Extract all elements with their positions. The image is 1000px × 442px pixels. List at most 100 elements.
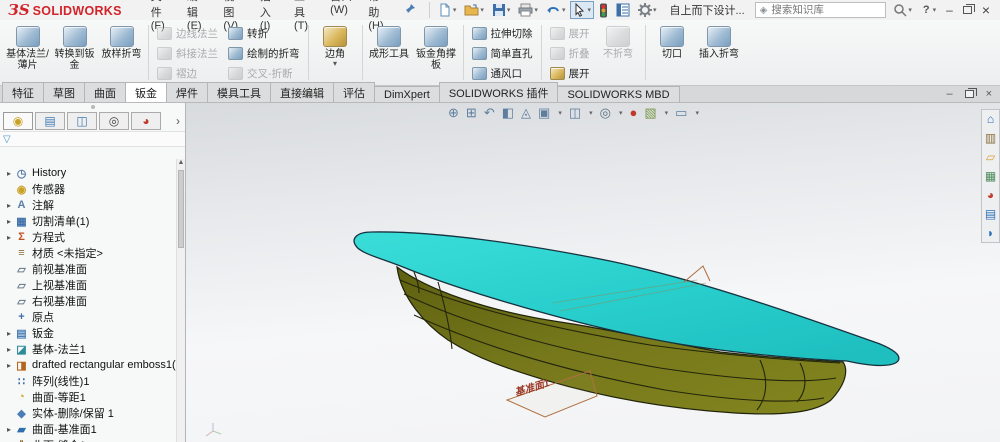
panel-tabs-overflow-button[interactable]: › — [176, 114, 182, 128]
tree-item-body-delete-keep1[interactable]: ◆ 实体-删除/保留 1 — [0, 405, 176, 421]
hide-show-items-icon[interactable]: ◎ — [600, 105, 611, 121]
select-tool-button[interactable]: ▾ — [570, 1, 594, 19]
expand-arrow-icon[interactable]: ▸ — [4, 169, 14, 178]
feature-manager-tab[interactable]: ◉ — [3, 111, 33, 130]
appearances-scenes-icon[interactable]: ◕ — [987, 188, 994, 202]
expand-arrow-icon[interactable]: ▸ — [4, 425, 14, 434]
tab-evaluate[interactable]: 评估 — [333, 82, 375, 102]
doc-close-button[interactable]: × — [986, 88, 992, 100]
forming-tool-button[interactable]: 成形工具 — [366, 22, 413, 60]
tree-item-base-flange1[interactable]: ▸ ◪ 基体-法兰1 — [0, 341, 176, 357]
top-down-design-link[interactable]: 自上而下设计... — [659, 2, 754, 18]
tab-sketch[interactable]: 草图 — [43, 82, 85, 102]
scrollbar-thumb[interactable] — [178, 170, 184, 248]
expand-arrow-icon[interactable]: ▸ — [4, 201, 14, 210]
settings-gear-icon[interactable]: ▾ — [635, 1, 660, 19]
corners-button[interactable]: 边角 ▾ — [312, 22, 359, 68]
view-orientation-icon[interactable]: ▣ — [538, 105, 550, 121]
tree-item-right-plane[interactable]: ▱ 右视基准面 — [0, 293, 176, 309]
tab-sheet-metal[interactable]: 钣金 — [125, 82, 167, 102]
expand-arrow-icon[interactable]: ▸ — [4, 233, 14, 242]
solidworks-resources-icon[interactable]: ⌂ — [987, 112, 994, 126]
tree-item-drafted-emboss1[interactable]: ▸ ◨ drafted rectangular emboss1(D — [0, 357, 176, 373]
apply-scene-icon[interactable]: ▧ — [644, 105, 656, 121]
view-palette-icon[interactable]: ▦ — [985, 169, 996, 183]
lofted-bend-button[interactable]: 放样折弯 — [98, 22, 145, 60]
tree-item-top-plane[interactable]: ▱ 上视基准面 — [0, 277, 176, 293]
tree-item-annotations[interactable]: ▸ A 注解 — [0, 197, 176, 213]
jog-button[interactable]: 转折 — [223, 23, 305, 43]
minimize-button[interactable]: – — [946, 3, 953, 17]
section-view-icon[interactable]: ◧ — [502, 105, 514, 121]
zoom-to-area-icon[interactable]: ⊞ — [466, 105, 477, 121]
view-settings-icon[interactable]: ▭ — [675, 105, 687, 121]
configuration-manager-tab[interactable]: ◫ — [67, 111, 97, 130]
solidworks-forum-icon[interactable]: ◗ — [987, 226, 994, 240]
scroll-up-arrow-icon[interactable]: ▲ — [177, 159, 185, 169]
search-input[interactable] — [771, 4, 882, 16]
tree-item-cutlist[interactable]: ▸ ▦ 切割清单(1) — [0, 213, 176, 229]
edit-appearance-icon[interactable]: ● — [630, 105, 638, 121]
new-file-button[interactable]: ▾ — [435, 1, 460, 19]
tab-solidworks-addins[interactable]: SOLIDWORKS 插件 — [438, 82, 559, 102]
base-flange-button[interactable]: 基体法兰/薄片 — [4, 22, 51, 71]
print-button[interactable]: ▾ — [515, 1, 541, 19]
rip-button[interactable]: 切口 — [649, 22, 696, 60]
search-button[interactable]: ▾ — [890, 1, 915, 19]
tab-solidworks-mbd[interactable]: SOLIDWORKS MBD — [557, 86, 680, 102]
tree-filter-row[interactable]: ▽ — [0, 131, 185, 147]
graphics-viewport[interactable]: 基准面1 ⊕ ⊞ ↶ ◧ ◬ ▣ ▾ ◫ ▾ ◎ ▾ ● ▧ ▾ ▭ ▾ ⌂ ▥… — [186, 103, 1000, 442]
extruded-cut-button[interactable]: 拉伸切除 — [467, 23, 538, 43]
tree-item-surface-offset1[interactable]: ◔ 曲面-等距1 — [0, 389, 176, 405]
tree-item-surface-knit1[interactable]: ∥曲面-缝合1 — [0, 437, 176, 442]
dimxpert-manager-tab[interactable]: ◎ — [99, 111, 129, 130]
sketched-bend-button[interactable]: 绘制的折弯 — [223, 43, 305, 63]
expand-arrow-icon[interactable]: ▸ — [4, 345, 14, 354]
doc-minimize-button[interactable]: – — [946, 88, 952, 100]
tree-scrollbar[interactable]: ▲ — [176, 159, 185, 442]
previous-view-icon[interactable]: ↶ — [484, 105, 495, 121]
tab-weldments[interactable]: 焊件 — [166, 82, 208, 102]
convert-to-sheet-metal-button[interactable]: 转换到钣金 — [51, 22, 98, 71]
rebuild-light-icon[interactable] — [596, 1, 611, 20]
tree-item-history[interactable]: ▸ ◷ History — [0, 165, 176, 181]
tree-item-linear-pattern1[interactable]: ∷ 阵列(线性)1 — [0, 373, 176, 389]
tree-item-sheet-metal-folder[interactable]: ▸ ▤ 钣金 — [0, 325, 176, 341]
undo-button[interactable]: ▾ — [543, 1, 569, 19]
display-style-icon[interactable]: ◫ — [569, 105, 581, 121]
tree-item-sensors[interactable]: ◉ 传感器 — [0, 181, 176, 197]
expand-arrow-icon[interactable]: ▸ — [4, 217, 14, 226]
tree-item-material[interactable]: ≡ 材质 <未指定> — [0, 245, 176, 261]
restore-button[interactable] — [962, 4, 975, 14]
design-library-icon[interactable]: ▥ — [985, 131, 996, 145]
custom-properties-icon[interactable]: ▤ — [985, 207, 996, 221]
flatten-button[interactable]: 展开 — [545, 63, 595, 83]
tab-features[interactable]: 特征 — [2, 82, 44, 102]
help-button[interactable]: ? — [915, 4, 932, 16]
close-button[interactable]: × — [982, 2, 990, 18]
tab-direct-editing[interactable]: 直接编辑 — [270, 82, 334, 102]
tab-surfaces[interactable]: 曲面 — [84, 82, 126, 102]
tab-mold-tools[interactable]: 模具工具 — [207, 82, 271, 102]
open-file-button[interactable]: ▾ — [461, 1, 487, 19]
tree-item-front-plane[interactable]: ▱ 前视基准面 — [0, 261, 176, 277]
model-3d[interactable]: 基准面1 — [186, 103, 1000, 442]
vent-button[interactable]: 通风口 — [467, 63, 538, 83]
pin-menu-icon[interactable] — [404, 3, 416, 18]
tree-item-origin[interactable]: + 原点 — [0, 309, 176, 325]
zoom-to-fit-icon[interactable]: ⊕ — [448, 105, 459, 121]
property-manager-tab[interactable]: ▤ — [35, 111, 65, 130]
options-list-icon[interactable] — [613, 1, 633, 19]
doc-restore-button[interactable] — [964, 88, 977, 98]
insert-bends-button[interactable]: 插入折弯 — [696, 22, 743, 60]
annotation-view-icon[interactable]: ◬ — [521, 105, 531, 121]
knowledge-search-box[interactable]: ◈ — [754, 2, 887, 18]
panel-drag-handle[interactable] — [0, 103, 185, 110]
file-explorer-icon[interactable]: ▱ — [986, 150, 995, 164]
tab-dimxpert[interactable]: DimXpert — [374, 86, 440, 102]
expand-arrow-icon[interactable]: ▸ — [4, 361, 14, 370]
reference-plane-top[interactable] — [683, 265, 711, 283]
tree-item-surface-plane1[interactable]: ▸ ▰ 曲面-基准面1 — [0, 421, 176, 437]
expand-arrow-icon[interactable]: ▸ — [4, 329, 14, 338]
display-manager-tab[interactable]: ◕ — [131, 111, 161, 130]
